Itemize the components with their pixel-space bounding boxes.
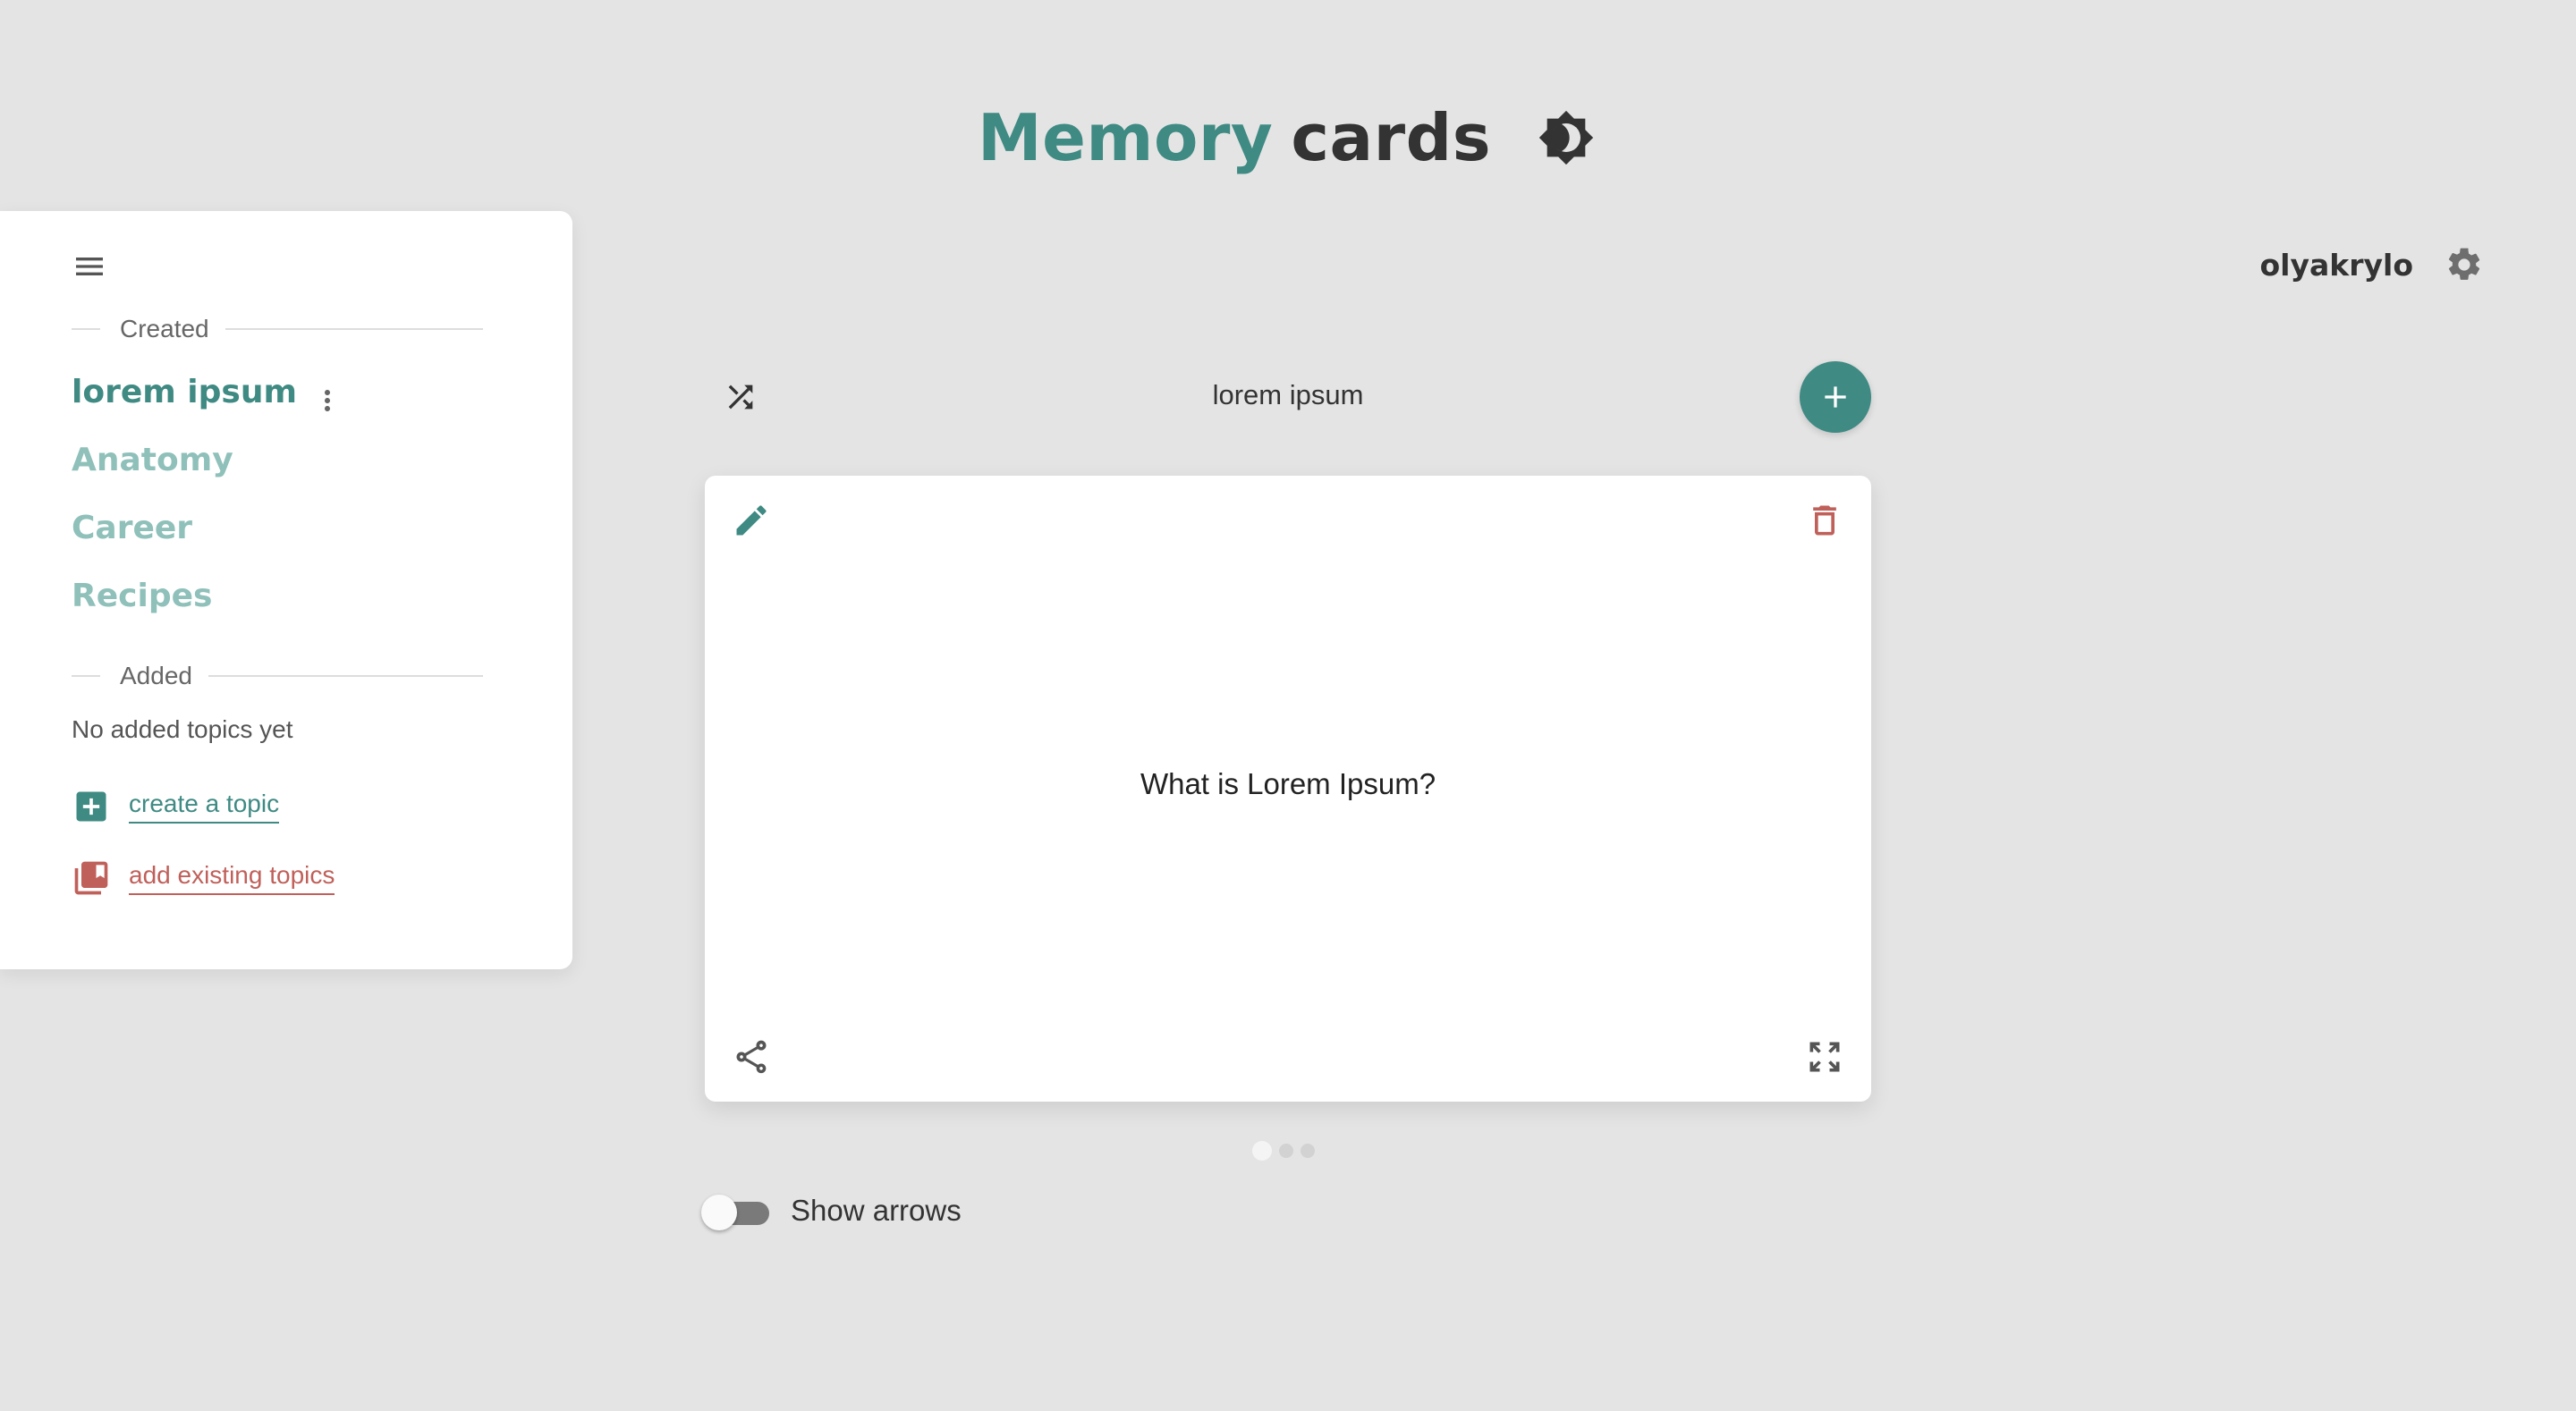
add-existing-topics-link[interactable]: add existing topics [72,858,335,898]
show-arrows-row: Show arrows [701,1193,962,1230]
create-topic-link[interactable]: create a topic [72,787,280,826]
sidebar-topic-lorem-ipsum[interactable]: lorem ipsum [72,374,297,410]
pencil-icon [736,505,767,536]
added-section-label: Added [120,662,192,689]
fullscreen-card-button[interactable] [1801,1034,1848,1080]
create-topic-label[interactable]: create a topic [129,790,280,824]
current-topic-title: lorem ipsum [1212,379,1364,410]
theme-toggle-button[interactable] [1534,106,1598,170]
share-card-button[interactable] [728,1034,775,1080]
plus-icon [1825,386,1846,408]
show-arrows-toggle[interactable] [701,1193,769,1230]
trash-icon [1813,505,1836,536]
hamburger-menu-icon [76,258,103,275]
created-section-label: Created [120,315,209,342]
menu-button[interactable] [70,247,109,286]
flash-card[interactable]: What is Lorem Ipsum? [705,476,1871,1102]
no-added-topics-text: No added topics yet [72,715,293,743]
created-section-header: Created [72,315,483,343]
added-section-header: Added [72,662,483,690]
share-icon [736,1040,767,1074]
app-title: Memory cards [0,93,2576,182]
library-books-icon [74,861,108,895]
more-vert-icon [325,390,330,411]
gear-icon [2448,248,2480,280]
divider-line [72,675,100,677]
add-card-button[interactable] [1800,361,1871,433]
pagination-dot[interactable] [1252,1141,1272,1161]
settings-button[interactable] [2442,242,2487,287]
show-arrows-label: Show arrows [791,1194,962,1227]
app-title-memory: Memory [977,100,1274,175]
add-existing-topics-label[interactable]: add existing topics [129,861,335,895]
card-question-text: What is Lorem Ipsum? [1140,767,1436,800]
sidebar-topic-recipes[interactable]: Recipes [72,578,212,614]
pagination-dot[interactable] [1301,1144,1315,1158]
sidebar: Created lorem ipsum Anatomy Career Recip… [0,211,572,969]
app-title-cards: cards [1291,100,1492,175]
toggle-knob [701,1195,737,1230]
divider-line [208,675,483,677]
app-page: Memory cards olyakrylo Created lorem ips… [0,0,2576,1411]
card-pagination [1252,1141,1315,1161]
username[interactable]: olyakrylo [2260,248,2413,283]
fullscreen-icon [1809,1042,1840,1072]
sidebar-topic-career[interactable]: Career [72,510,192,546]
topic-more-button[interactable] [309,376,345,426]
edit-card-button[interactable] [728,497,775,544]
divider-line [72,328,100,330]
pagination-dot[interactable] [1279,1144,1293,1158]
user-area: olyakrylo [2260,236,2487,293]
add-box-icon [76,791,106,822]
brightness-contrast-icon [1538,110,1594,165]
divider-line [225,328,483,330]
delete-card-button[interactable] [1801,497,1848,544]
sidebar-topic-anatomy[interactable]: Anatomy [72,442,233,478]
